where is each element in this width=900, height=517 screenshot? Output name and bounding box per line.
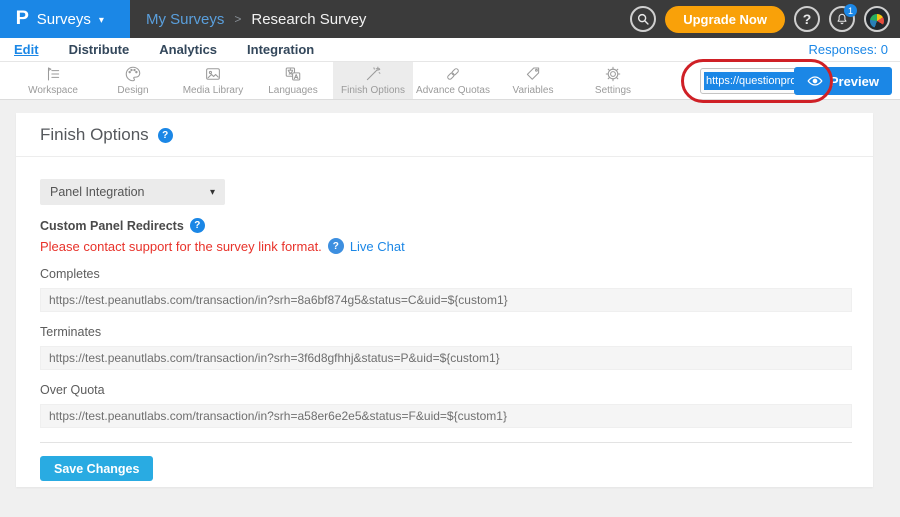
notification-badge: 1 bbox=[844, 4, 857, 17]
live-chat-help-icon[interactable]: ? bbox=[328, 238, 344, 254]
tab-languages[interactable]: Languages bbox=[253, 62, 333, 99]
gear-icon bbox=[603, 65, 623, 83]
save-changes-button[interactable]: Save Changes bbox=[40, 456, 153, 481]
tab-label: Workspace bbox=[28, 85, 78, 96]
workspace-icon bbox=[43, 65, 63, 83]
header-actions: Upgrade Now ? 1 bbox=[630, 0, 890, 38]
user-avatar[interactable] bbox=[864, 6, 890, 32]
tab-finish-options[interactable]: Finish Options bbox=[333, 62, 413, 99]
nav-tab-distribute[interactable]: Distribute bbox=[69, 42, 130, 57]
terminates-url-input[interactable]: https://test.peanutlabs.com/transaction/… bbox=[40, 346, 852, 370]
live-chat-link[interactable]: Live Chat bbox=[350, 239, 405, 254]
panel-body: Panel Integration ▾ Custom Panel Redirec… bbox=[16, 157, 873, 481]
completes-field-group: Completes https://test.peanutlabs.com/tr… bbox=[40, 267, 849, 312]
edit-toolbar: Workspace Design Media Library Languages… bbox=[0, 62, 900, 100]
tab-label: Advance Quotas bbox=[416, 85, 490, 96]
brand-menu[interactable]: P Surveys ▾ bbox=[0, 0, 130, 38]
section-help-icon[interactable]: ? bbox=[190, 218, 205, 233]
tab-variables[interactable]: Variables bbox=[493, 62, 573, 99]
panel-header: Finish Options ? bbox=[16, 113, 873, 157]
top-header: P Surveys ▾ My Surveys > Research Survey… bbox=[0, 0, 900, 38]
responses-count[interactable]: Responses: 0 bbox=[809, 42, 889, 57]
nav-tab-edit[interactable]: Edit bbox=[14, 42, 39, 57]
tab-label: Settings bbox=[595, 85, 631, 96]
questionpro-logo-icon: P bbox=[16, 8, 29, 30]
breadcrumb-current-survey: Research Survey bbox=[251, 11, 366, 28]
nav-tab-analytics[interactable]: Analytics bbox=[159, 42, 217, 57]
upgrade-now-button[interactable]: Upgrade Now bbox=[665, 6, 785, 33]
breadcrumb-separator: > bbox=[234, 12, 241, 26]
chevron-down-icon: ▾ bbox=[99, 15, 104, 26]
tab-advance-quotas[interactable]: Advance Quotas bbox=[413, 62, 493, 99]
tab-media-library[interactable]: Media Library bbox=[173, 62, 253, 99]
translate-icon bbox=[283, 65, 303, 83]
finish-options-help-icon[interactable]: ? bbox=[158, 128, 173, 143]
search-icon bbox=[636, 12, 650, 26]
image-icon bbox=[203, 65, 223, 83]
dropdown-selected-value: Panel Integration bbox=[50, 185, 145, 199]
tag-icon bbox=[523, 65, 543, 83]
completes-url-input[interactable]: https://test.peanutlabs.com/transaction/… bbox=[40, 288, 852, 312]
magic-wand-icon bbox=[363, 65, 383, 83]
custom-panel-redirects-heading: Custom Panel Redirects ? bbox=[40, 218, 849, 233]
warning-text: Please contact support for the survey li… bbox=[40, 239, 322, 254]
palette-icon bbox=[123, 65, 143, 83]
tab-workspace[interactable]: Workspace bbox=[13, 62, 93, 99]
breadcrumb-my-surveys[interactable]: My Surveys bbox=[146, 11, 224, 28]
help-button[interactable]: ? bbox=[794, 6, 820, 32]
section-title: Custom Panel Redirects bbox=[40, 219, 184, 233]
page-title: Finish Options bbox=[40, 125, 149, 145]
nav-tab-integration[interactable]: Integration bbox=[247, 42, 314, 57]
tab-label: Variables bbox=[513, 85, 554, 96]
tab-settings[interactable]: Settings bbox=[573, 62, 653, 99]
tab-label: Media Library bbox=[183, 85, 244, 96]
over-quota-url-input[interactable]: https://test.peanutlabs.com/transaction/… bbox=[40, 404, 852, 428]
survey-nav: Edit Distribute Analytics Integration Re… bbox=[0, 38, 900, 62]
terminates-field-group: Terminates https://test.peanutlabs.com/t… bbox=[40, 325, 849, 370]
field-label-terminates: Terminates bbox=[40, 325, 849, 339]
over-quota-field-group: Over Quota https://test.peanutlabs.com/t… bbox=[40, 383, 849, 428]
divider bbox=[40, 442, 852, 443]
field-label-over-quota: Over Quota bbox=[40, 383, 849, 397]
tab-label: Languages bbox=[268, 85, 318, 96]
tab-label: Finish Options bbox=[341, 85, 405, 96]
chevron-down-icon: ▾ bbox=[210, 187, 215, 198]
eye-icon bbox=[807, 75, 823, 87]
field-label-completes: Completes bbox=[40, 267, 849, 281]
tab-label: Design bbox=[117, 85, 148, 96]
tab-design[interactable]: Design bbox=[93, 62, 173, 99]
support-warning-row: Please contact support for the survey li… bbox=[40, 238, 849, 254]
preview-label: Preview bbox=[830, 74, 879, 89]
question-mark-icon: ? bbox=[803, 11, 812, 27]
panel-integration-dropdown[interactable]: Panel Integration ▾ bbox=[40, 179, 225, 205]
search-button[interactable] bbox=[630, 6, 656, 32]
notifications-button[interactable]: 1 bbox=[829, 6, 855, 32]
breadcrumb: My Surveys > Research Survey bbox=[146, 0, 366, 38]
survey-url-selected-text: https://questionpro.com/t/A bbox=[704, 72, 805, 90]
chain-links-icon bbox=[443, 65, 463, 83]
product-name: Surveys bbox=[37, 11, 91, 28]
finish-options-panel: Finish Options ? Panel Integration ▾ Cus… bbox=[16, 113, 873, 487]
preview-button[interactable]: Preview bbox=[794, 67, 892, 95]
